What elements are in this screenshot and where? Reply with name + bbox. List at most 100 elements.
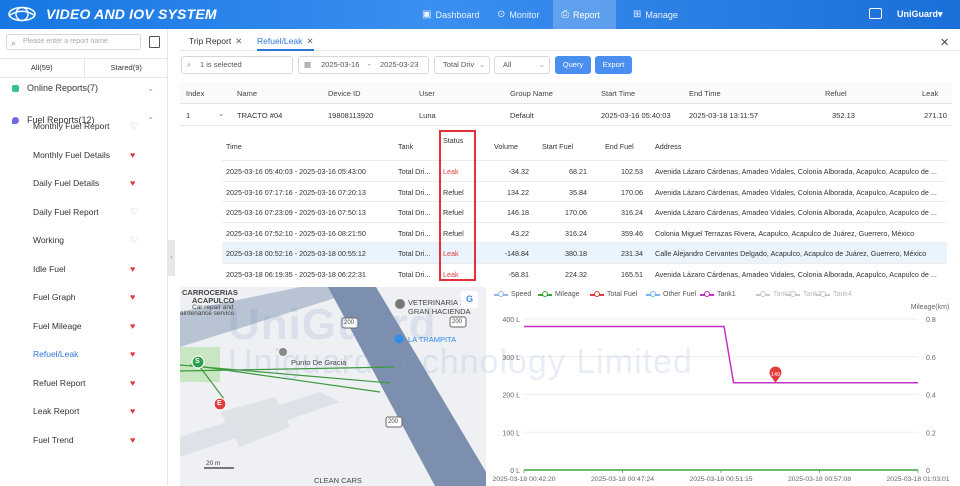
watermark-subtitle: Uniguard Technology Limited xyxy=(228,343,693,381)
detail-row[interactable]: 2025-03-16 05:40:03 - 2025-03-16 05:43:0… xyxy=(222,161,947,182)
y2-tick-label: 0.2 xyxy=(926,430,936,437)
star-heart-icon[interactable]: ♥ xyxy=(130,406,135,416)
collapse-handle[interactable]: ‹ xyxy=(168,240,175,276)
star-heart-icon[interactable]: ♡ xyxy=(130,207,138,218)
message-icon[interactable] xyxy=(869,8,882,19)
user-menu[interactable]: UniGuard▾ xyxy=(897,9,943,20)
detail-time: 2025-03-16 07:17:16 - 2025-03-16 07:20:1… xyxy=(226,187,366,197)
detail-time: 2025-03-16 05:40:03 - 2025-03-16 05:43:0… xyxy=(226,167,366,176)
close-icon[interactable]: ✕ xyxy=(306,36,313,46)
report-item[interactable]: Refuel/Leak xyxy=(33,349,143,359)
detail-volume: -34.32 xyxy=(508,167,529,176)
tank-select[interactable]: Total Driv ⌄ xyxy=(434,56,490,74)
detail-start: 35.84 xyxy=(569,187,587,197)
detail-address: Colonia Miguel Terrazas Rivera, Acapulco… xyxy=(655,228,915,238)
fuel-chart: Speed Mileage Total Fuel Other Fuel Tank1 Tan… xyxy=(488,287,960,486)
star-heart-icon[interactable]: ♥ xyxy=(130,264,135,274)
end-marker[interactable]: E xyxy=(217,400,222,407)
report-item[interactable]: Fuel Mileage xyxy=(33,321,143,331)
tab-trip-report[interactable]: Trip Report ✕ xyxy=(189,36,242,51)
detail-header: Time Tank Status Volume Start Fuel End F… xyxy=(222,130,947,161)
star-heart-icon[interactable]: ♥ xyxy=(130,349,135,359)
detail-end: 102.53 xyxy=(621,167,643,176)
detail-row[interactable]: 2025-03-16 07:52:10 - 2025-03-16 08:21:5… xyxy=(222,223,947,243)
report-item[interactable]: Daily Fuel Details xyxy=(33,178,143,188)
detail-start: 68.21 xyxy=(569,167,587,176)
fuel-event-label: 149 xyxy=(771,372,780,378)
nav-report[interactable]: ⎙ Report xyxy=(553,0,616,29)
report-icon: ⎙ xyxy=(561,9,569,20)
detail-start: 380.18 xyxy=(565,249,587,258)
star-heart-icon[interactable]: ♡ xyxy=(130,121,138,132)
star-heart-icon[interactable]: ♥ xyxy=(130,178,135,188)
chart-canvas: 0 L100 L200 L300 L400 L00.20.40.60.8Mile… xyxy=(492,304,949,483)
chevron-up-icon: ⌃ xyxy=(147,115,154,125)
report-item[interactable]: Daily Fuel Report xyxy=(33,207,143,217)
detail-start: 170.06 xyxy=(565,208,587,217)
report-item[interactable]: Refuel Report xyxy=(33,378,143,388)
table-row[interactable]: 1 ⌄ TRACTO #04 19808113920 Luna Default … xyxy=(180,104,952,126)
detail-tank: Total Dri... xyxy=(398,208,431,217)
x-tick-label: 2025-03-18 01:03:01 xyxy=(886,476,949,483)
chevron-down-icon: ⌄ xyxy=(538,60,545,69)
report-item[interactable]: Working xyxy=(33,235,143,245)
report-item[interactable]: Fuel Trend xyxy=(33,435,143,445)
detail-row[interactable]: 2025-03-18 06:19:35 - 2025-03-18 06:22:3… xyxy=(222,264,947,283)
group-online-reports[interactable]: Online Reports(7) ⌄ xyxy=(12,83,162,93)
detail-tank: Total Dri... xyxy=(398,249,431,258)
y-tick-label: 400 L xyxy=(502,317,520,324)
detail-time: 2025-03-18 00:52:16 - 2025-03-18 00:55:1… xyxy=(226,249,366,258)
detail-row[interactable]: 2025-03-16 07:17:16 - 2025-03-16 07:20:1… xyxy=(222,182,947,202)
detail-time: 2025-03-18 06:19:35 - 2025-03-18 06:22:3… xyxy=(226,269,366,279)
nav-manage[interactable]: ⊞ Manage xyxy=(625,0,686,29)
report-item[interactable]: Fuel Graph xyxy=(33,292,143,302)
detail-tank: Total Dri... xyxy=(398,269,431,279)
top-bar: VIDEO AND IOV SYSTEM ▣ Dashboard ⊙ Monit… xyxy=(0,0,960,29)
tab-all[interactable]: All(59) xyxy=(0,59,85,77)
chevron-down-icon[interactable]: ⌄ xyxy=(218,109,224,118)
star-heart-icon[interactable]: ♥ xyxy=(130,321,135,331)
chevron-down-icon: ⌄ xyxy=(147,83,154,93)
nav-monitor[interactable]: ⊙ Monitor xyxy=(489,0,547,29)
vehicle-select[interactable]: ⌕ 1 is selected xyxy=(181,56,293,74)
clipboard-icon[interactable] xyxy=(149,36,160,48)
tab-refuel-leak[interactable]: Refuel/Leak ✕ xyxy=(257,36,314,51)
calendar-icon: ▦ xyxy=(304,60,312,69)
report-item[interactable]: Monthly Fuel Details xyxy=(33,150,143,160)
report-item[interactable]: Monthly Fuel Report xyxy=(33,121,143,131)
x-tick-label: 2025-03-18 00:57:08 xyxy=(788,476,851,483)
report-item[interactable]: Leak Report xyxy=(33,406,143,416)
x-tick-label: 2025-03-18 00:51:15 xyxy=(689,476,752,483)
location-pin-icon: ⊙ xyxy=(497,9,506,20)
detail-start: 224.32 xyxy=(565,269,587,279)
x-tick-label: 2025-03-18 00:47:24 xyxy=(591,476,654,483)
detail-row[interactable]: 2025-03-18 00:52:16 - 2025-03-18 00:55:1… xyxy=(222,243,947,264)
detail-end: 170.06 xyxy=(621,187,643,197)
star-heart-icon[interactable]: ♥ xyxy=(130,150,135,160)
export-button[interactable]: Export xyxy=(595,56,632,74)
report-search-input[interactable]: ⌕ Please enter a report name xyxy=(6,34,141,50)
google-icon[interactable]: G xyxy=(461,291,478,308)
report-item[interactable]: Idle Fuel xyxy=(33,264,143,274)
start-marker[interactable]: S xyxy=(195,358,200,365)
detail-address: Calle Alejandro Cervantes Delgado, Acapu… xyxy=(655,249,927,258)
detail-tank: Total Dri... xyxy=(398,228,431,238)
y-tick-label: 100 L xyxy=(502,430,520,437)
date-range-picker[interactable]: ▦ 2025-03-16 - 2025-03-23 xyxy=(298,56,429,74)
nav-dashboard[interactable]: ▣ Dashboard xyxy=(414,0,487,29)
close-icon[interactable]: ✕ xyxy=(235,36,242,46)
star-heart-icon[interactable]: ♥ xyxy=(130,378,135,388)
detail-end: 165.51 xyxy=(621,269,643,279)
star-heart-icon[interactable]: ♥ xyxy=(130,292,135,302)
close-all-icon[interactable]: ✕ xyxy=(940,36,949,49)
star-heart-icon[interactable]: ♡ xyxy=(130,235,138,246)
detail-time: 2025-03-16 07:23:09 - 2025-03-16 07:50:1… xyxy=(226,208,366,217)
detail-row[interactable]: 2025-03-16 07:23:09 - 2025-03-16 07:50:1… xyxy=(222,202,947,223)
star-heart-icon[interactable]: ♥ xyxy=(130,435,135,445)
search-icon: ⌕ xyxy=(187,60,192,69)
detail-volume: 43.22 xyxy=(511,228,529,238)
query-button[interactable]: Query xyxy=(555,56,591,74)
type-select[interactable]: All ⌄ xyxy=(494,56,550,74)
detail-volume: 134.22 xyxy=(507,187,529,197)
tab-starred[interactable]: Stared(9) xyxy=(85,59,169,77)
